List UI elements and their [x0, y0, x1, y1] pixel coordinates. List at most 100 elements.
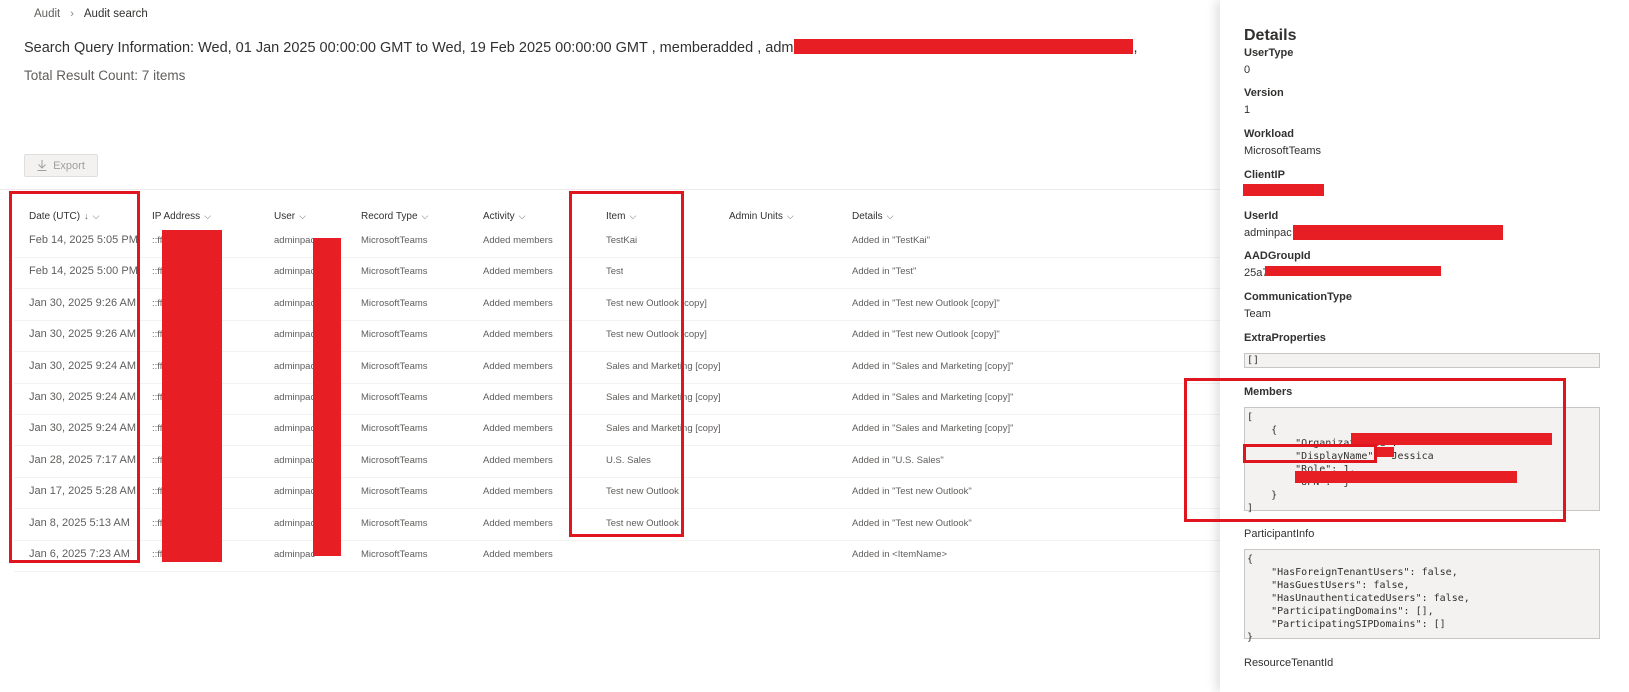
column-header-details[interactable]: Details ⌵ — [852, 211, 893, 222]
userid-redaction — [1293, 225, 1503, 240]
cell-activity: Added members — [483, 360, 553, 372]
cell-details: Added in "Sales and Marketing [copy]" — [852, 392, 1014, 403]
cell-details: Added in "Test new Outlook" — [852, 486, 972, 498]
cell-ip: ::ff — [152, 486, 163, 498]
cell-ip: ::ff — [152, 517, 163, 529]
cell-details: Added in "Sales and Marketing [copy]" — [852, 360, 1014, 372]
cell-user: adminpac — [274, 423, 316, 435]
redaction-ip-column — [162, 230, 222, 562]
cell-ip: ::ff — [152, 266, 163, 278]
chevron-down-icon: ⌵ — [886, 211, 894, 221]
redaction-block — [794, 39, 1134, 54]
cell-record-type: MicrosoftTeams — [361, 549, 428, 560]
cell-record-type: MicrosoftTeams — [361, 266, 428, 278]
column-header-user[interactable]: User ⌵ — [274, 211, 306, 222]
cell-details: Added in "Test new Outlook" — [852, 517, 972, 529]
cell-ip: ::ff — [152, 423, 163, 435]
cell-details: Added in <ItemName> — [852, 549, 948, 560]
clientip-redaction — [1243, 184, 1324, 196]
column-header-activity[interactable]: Activity ⌵ — [483, 211, 526, 222]
cell-activity: Added members — [483, 266, 553, 278]
cell-user: adminpac — [274, 454, 316, 466]
cell-user: adminpac — [274, 517, 316, 529]
usertype-label: UserType — [1244, 47, 1294, 59]
cell-ip: ::ff — [152, 329, 163, 341]
divider — [0, 189, 1220, 190]
breadcrumb-audit-link[interactable]: Audit — [34, 8, 60, 20]
cell-activity: Added members — [483, 517, 553, 529]
column-header-admin-units[interactable]: Admin Units ⌵ — [729, 211, 794, 222]
cell-record-type: MicrosoftTeams — [361, 486, 428, 498]
workload-label: Workload — [1244, 128, 1294, 140]
aadgroupid-redaction — [1265, 266, 1441, 276]
cell-ip: ::ff — [152, 392, 163, 403]
column-header-record-type[interactable]: Record Type ⌵ — [361, 211, 428, 222]
cell-user: adminpac — [274, 235, 316, 246]
usertype-value: 0 — [1244, 64, 1251, 76]
cell-ip: ::ff — [152, 297, 163, 309]
breadcrumb-current: Audit search — [83, 8, 148, 20]
cell-user: adminpac — [274, 266, 316, 278]
cell-activity: Added members — [483, 297, 553, 309]
extraproperties-label: ExtraProperties — [1244, 332, 1326, 344]
cell-user: adminpac — [274, 486, 316, 498]
cell-details: Added in "U.S. Sales" — [852, 454, 944, 466]
cell-record-type: MicrosoftTeams — [361, 423, 428, 435]
chevron-down-icon: ⌵ — [786, 211, 794, 221]
breadcrumb-chevron-icon: › — [70, 8, 74, 20]
item-column-highlight — [569, 191, 684, 537]
displayname-highlight — [1243, 444, 1377, 463]
cell-details: Added in "Sales and Marketing [copy]" — [852, 423, 1014, 435]
cell-record-type: MicrosoftTeams — [361, 329, 428, 341]
cell-activity: Added members — [483, 423, 553, 435]
cell-ip: ::ff — [152, 454, 163, 466]
redaction-user-column — [313, 238, 341, 556]
participantinfo-box: { "HasForeignTenantUsers": false, "HasGu… — [1244, 549, 1600, 643]
cell-details: Added in "Test new Outlook [copy]" — [852, 297, 1000, 309]
cell-activity: Added members — [483, 392, 553, 403]
cell-user: adminpac — [274, 392, 316, 403]
cell-ip: ::ff — [152, 360, 163, 372]
cell-ip: ::ff — [152, 235, 163, 246]
cell-user: adminpac — [274, 549, 316, 560]
version-value: 1 — [1244, 104, 1251, 116]
clientip-label: ClientIP — [1244, 169, 1285, 181]
cell-details: Added in "Test" — [852, 266, 917, 278]
cell-activity: Added members — [483, 235, 553, 246]
cell-user: adminpac — [274, 329, 316, 341]
cell-user: adminpac — [274, 360, 316, 372]
download-icon — [37, 160, 47, 171]
cell-activity: Added members — [483, 486, 553, 498]
cell-details: Added in "Test new Outlook [copy]" — [852, 329, 1000, 341]
cell-record-type: MicrosoftTeams — [361, 517, 428, 529]
resourcetenantid-label: ResourceTenantId — [1244, 657, 1334, 669]
column-header-ip-address[interactable]: IP Address ⌵ — [152, 211, 211, 222]
cell-details: Added in "TestKai" — [852, 235, 931, 246]
workload-value: MicrosoftTeams — [1244, 145, 1322, 157]
cell-record-type: MicrosoftTeams — [361, 360, 428, 372]
version-label: Version — [1244, 87, 1284, 99]
search-query-information: Search Query Information: Wed, 01 Jan 20… — [24, 39, 1138, 56]
cell-record-type: MicrosoftTeams — [361, 454, 428, 466]
details-title: Details — [1244, 27, 1297, 44]
cell-activity: Added members — [483, 549, 553, 560]
chevron-down-icon: ⌵ — [518, 211, 526, 221]
participantinfo-label: ParticipantInfo — [1244, 528, 1315, 540]
aadgroupid-label: AADGroupId — [1244, 250, 1311, 262]
cell-record-type: MicrosoftTeams — [361, 392, 428, 403]
details-pane: Details UserType 0 Version 1 Workload Mi… — [1184, 0, 1629, 692]
breadcrumb: Audit › Audit search — [34, 8, 148, 20]
userid-label: UserId — [1244, 210, 1279, 222]
communicationtype-label: CommunicationType — [1244, 291, 1352, 303]
chevron-down-icon: ⌵ — [299, 211, 306, 221]
cell-ip: ::ff — [152, 549, 163, 560]
cell-user: adminpac — [274, 297, 316, 309]
export-button[interactable]: Export — [24, 154, 98, 177]
userid-value: adminpac — [1244, 227, 1292, 239]
communicationtype-value: Team — [1244, 308, 1271, 320]
chevron-down-icon: ⌵ — [204, 211, 212, 221]
date-column-highlight — [9, 191, 140, 563]
cell-record-type: MicrosoftTeams — [361, 235, 428, 246]
cell-record-type: MicrosoftTeams — [361, 297, 428, 309]
extraproperties-box: [] — [1244, 353, 1600, 368]
